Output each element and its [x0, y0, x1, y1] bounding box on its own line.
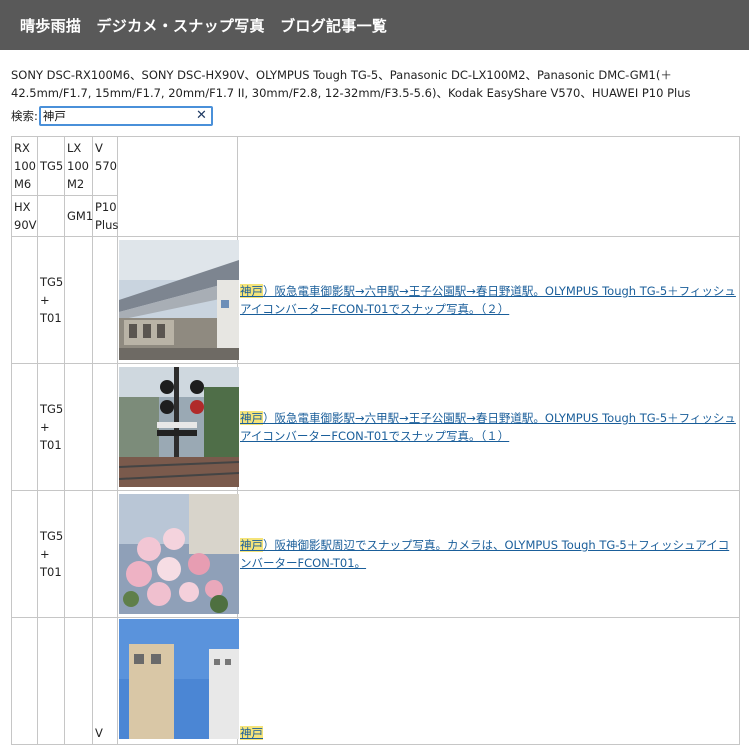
cell-v570 [92, 236, 118, 364]
cell-tg5: TG5 + T01 [37, 363, 65, 491]
cell-rx100 [11, 236, 38, 364]
keyword-highlight: 神戸 [240, 284, 263, 298]
cell-tg5 [37, 617, 65, 745]
article-link-text: ）阪急電車御影駅→六甲駅→王子公園駅→春日野道駅。OLYMPUS Tough T… [240, 284, 736, 316]
cell-rx100 [11, 363, 38, 491]
site-header: 晴歩雨描 デジカメ・スナップ写真 ブログ記事一覧 [0, 0, 749, 50]
cell-v570: V [92, 617, 118, 745]
cell-tg5: TG5 + T01 [37, 236, 65, 364]
article-link[interactable]: 神戸）阪急電車御影駅→六甲駅→王子公園駅→春日野道駅。OLYMPUS Tough… [240, 411, 736, 443]
search-label: 検索: [11, 109, 38, 123]
site-title: 晴歩雨描 デジカメ・スナップ写真 ブログ記事一覧 [20, 16, 388, 35]
keyword-highlight: 神戸 [240, 726, 263, 740]
cell-title: 神戸 [237, 617, 740, 745]
cell-title: 神戸）阪急電車御影駅→六甲駅→王子公園駅→春日野道駅。OLYMPUS Tough… [237, 236, 740, 364]
article-link-text: ）阪急電車御影駅→六甲駅→王子公園駅→春日野道駅。OLYMPUS Tough T… [240, 411, 736, 443]
cell-tg5: TG5 + T01 [37, 490, 65, 618]
article-link[interactable]: 神戸 [240, 726, 263, 740]
thumbnail-image[interactable] [119, 367, 239, 487]
header-cell-title [237, 136, 740, 237]
header-cell-hx90v: HX 90V [11, 195, 38, 237]
thumbnail-image[interactable] [119, 619, 239, 739]
article-table: RX 100 M6 TG5 LX 100 M2 V 570 HX 90V GM1… [11, 136, 740, 745]
cell-thumb [117, 617, 239, 745]
keyword-highlight: 神戸 [240, 538, 263, 552]
search-row: 検索: ✕ [11, 105, 213, 127]
table-row: TG5 + T01 神戸）阪神御影駅周辺でスナップ写真。カメラは、OLYMPUS… [11, 490, 740, 618]
search-box: ✕ [38, 106, 213, 126]
header-cell-rx100m6: RX 100 M6 [11, 136, 38, 196]
cell-thumb [117, 490, 239, 618]
header-cell-empty [37, 195, 65, 237]
cell-rx100 [11, 617, 38, 745]
cell-rx100 [11, 490, 38, 618]
cell-thumb [117, 363, 239, 491]
cell-lx100 [64, 617, 93, 745]
table-row: TG5 + T01 神戸）阪急電車御影駅→六甲駅→王子公園駅→春日野道駅。OLY… [11, 363, 740, 491]
header-cell-tg5: TG5 [37, 136, 65, 196]
cell-title: 神戸）阪神御影駅周辺でスナップ写真。カメラは、OLYMPUS Tough TG-… [237, 490, 740, 618]
header-cell-lx100m2: LX 100 M2 [64, 136, 93, 196]
close-icon[interactable]: ✕ [196, 108, 207, 124]
cell-title: 神戸）阪急電車御影駅→六甲駅→王子公園駅→春日野道駅。OLYMPUS Tough… [237, 363, 740, 491]
keyword-highlight: 神戸 [240, 411, 263, 425]
device-list-text: SONY DSC-RX100M6、SONY DSC-HX90V、OLYMPUS … [11, 68, 691, 100]
cell-lx100 [64, 490, 93, 618]
header-cell-v570: V 570 [92, 136, 118, 196]
header-cell-p10plus: P10 Plus [92, 195, 118, 237]
cell-thumb [117, 236, 239, 364]
header-row-1: RX 100 M6 TG5 LX 100 M2 V 570 [11, 136, 740, 237]
thumbnail-image[interactable] [119, 494, 239, 614]
table-row: TG5 + T01 神戸）阪急電車御影駅→六甲駅→王子公園駅→春日野道駅。OLY… [11, 236, 740, 364]
table-row: V 神戸 [11, 617, 740, 745]
header-cell-gm1: GM1 [64, 195, 93, 237]
cell-lx100 [64, 236, 93, 364]
article-table-wrap: RX 100 M6 TG5 LX 100 M2 V 570 HX 90V GM1… [11, 136, 741, 745]
thumbnail-image[interactable] [119, 240, 239, 360]
cell-lx100 [64, 363, 93, 491]
cell-v570 [92, 490, 118, 618]
article-link[interactable]: 神戸）阪神御影駅周辺でスナップ写真。カメラは、OLYMPUS Tough TG-… [240, 538, 729, 570]
search-input[interactable] [40, 108, 185, 124]
article-link[interactable]: 神戸）阪急電車御影駅→六甲駅→王子公園駅→春日野道駅。OLYMPUS Tough… [240, 284, 736, 316]
cell-v570 [92, 363, 118, 491]
article-link-text: ）阪神御影駅周辺でスナップ写真。カメラは、OLYMPUS Tough TG-5＋… [240, 538, 730, 570]
header-cell-thumb [117, 136, 238, 237]
